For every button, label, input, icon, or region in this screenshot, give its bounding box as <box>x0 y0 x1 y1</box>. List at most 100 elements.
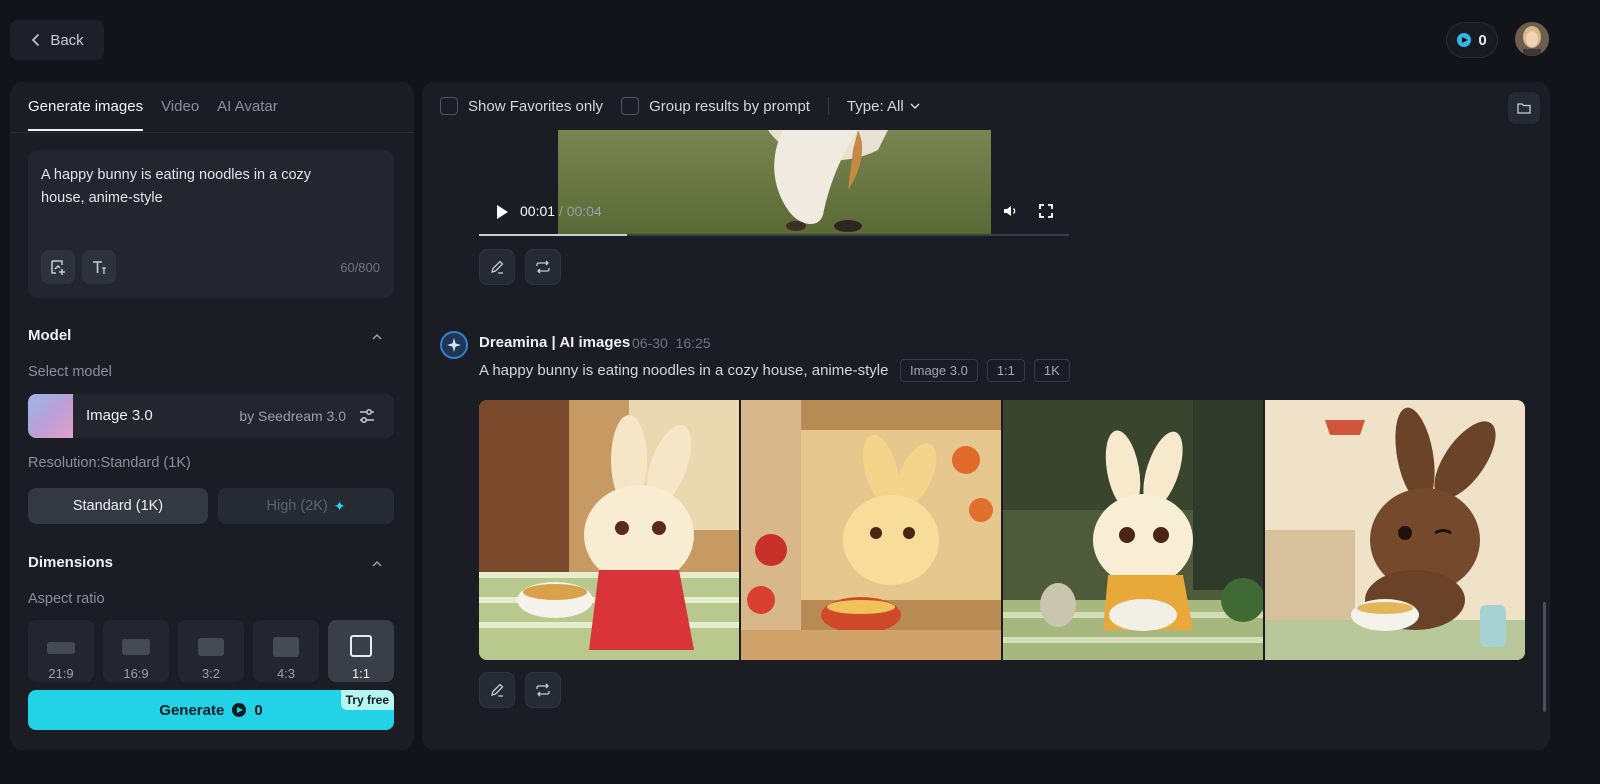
repeat-icon <box>536 683 550 697</box>
results-panel: Show Favorites only Group results by pro… <box>422 82 1550 750</box>
ratio-badge: 1:1 <box>986 359 1025 382</box>
edit-button[interactable] <box>479 672 515 708</box>
result-source: Dreamina | AI images <box>479 334 631 351</box>
pencil-icon <box>491 683 504 697</box>
model-thumbnail <box>28 394 73 438</box>
resolution-standard-button[interactable]: Standard (1K) <box>28 488 208 524</box>
credits-count: 0 <box>1478 31 1487 49</box>
favorites-label: Show Favorites only <box>468 97 604 115</box>
folder-button[interactable] <box>1508 92 1540 124</box>
tab-video[interactable]: Video <box>161 98 199 131</box>
video-progress-bar[interactable] <box>479 234 1069 236</box>
chevron-down-icon <box>910 103 920 110</box>
video-progress-fill <box>479 234 627 236</box>
model-name: Image 3.0 <box>86 407 153 424</box>
model-selector[interactable]: Image 3.0 by Seedream 3.0 <box>28 394 394 438</box>
edit-button[interactable] <box>479 249 515 285</box>
dimensions-section-title: Dimensions <box>28 554 114 571</box>
result-date: 06-30 <box>632 335 668 351</box>
fullscreen-icon[interactable] <box>1037 202 1055 220</box>
back-button[interactable]: Back <box>10 20 104 60</box>
dreamina-logo-icon <box>440 331 468 359</box>
resolution-badge: 1K <box>1033 359 1070 382</box>
resolution-high-label: High (2K) <box>266 498 328 514</box>
credit-icon <box>232 703 247 717</box>
video-player[interactable]: 00:01 / 00:04 <box>479 130 1069 236</box>
ratio-shape <box>198 638 224 656</box>
regenerate-button[interactable] <box>525 672 561 708</box>
filter-divider <box>827 97 829 115</box>
group-checkbox[interactable] <box>621 97 640 115</box>
sliders-icon[interactable] <box>358 407 376 425</box>
resolution-label: Resolution:Standard (1K) <box>28 455 191 471</box>
play-icon[interactable] <box>497 205 508 219</box>
tabs-divider <box>10 132 414 133</box>
bunny-image-3 <box>1003 400 1263 660</box>
avatar[interactable] <box>1515 22 1549 56</box>
video-duration: / 00:04 <box>558 203 602 219</box>
ratio-21-9[interactable]: 21:9 <box>28 620 94 682</box>
generate-panel: Generate images Video AI Avatar A happy … <box>10 82 414 750</box>
ratio-4-3[interactable]: 4:3 <box>253 620 319 682</box>
favorites-filter[interactable]: Show Favorites only <box>440 97 603 115</box>
pencil-icon <box>491 260 504 274</box>
result-image[interactable] <box>1003 400 1263 660</box>
generate-label: Generate <box>159 701 225 719</box>
generate-button[interactable]: Generate 0 Try free <box>28 690 394 730</box>
credit-icon <box>1457 33 1472 47</box>
prompt-text[interactable]: A happy bunny is eating noodles in a coz… <box>41 164 341 210</box>
chevron-left-icon <box>32 34 40 46</box>
avatar-image <box>1515 22 1549 56</box>
ratio-label: 4:3 <box>276 666 296 681</box>
bunny-image-2 <box>741 400 1001 660</box>
mode-tabs: Generate images Video AI Avatar <box>28 98 278 131</box>
resolution-high-button[interactable]: High (2K) ✦ <box>218 488 394 524</box>
result-badges: Image 3.0 1:1 1K <box>900 359 1070 382</box>
ratio-1-1[interactable]: 1:1 <box>328 620 394 682</box>
result-time: 16:25 <box>675 335 711 351</box>
ratio-label: 16:9 <box>123 666 149 681</box>
bunny-image-4 <box>1265 400 1525 660</box>
favorites-checkbox[interactable] <box>440 97 458 115</box>
aspect-ratio-label: Aspect ratio <box>28 591 105 607</box>
ratio-3-2[interactable]: 3:2 <box>178 620 244 682</box>
video-frame <box>558 130 991 234</box>
back-label: Back <box>50 31 84 49</box>
result-image[interactable] <box>741 400 1001 660</box>
ratio-shape <box>273 637 299 657</box>
video-thumbnail <box>558 130 991 234</box>
volume-icon[interactable] <box>1001 202 1019 220</box>
repeat-icon <box>536 260 550 274</box>
bunny-image-1 <box>479 400 739 660</box>
text-style-button[interactable] <box>82 250 116 284</box>
chevron-up-icon[interactable] <box>372 332 382 342</box>
scrollbar[interactable] <box>1543 602 1546 712</box>
group-filter[interactable]: Group results by prompt <box>621 97 810 115</box>
aspect-ratio-options: 21:9 16:9 3:2 4:3 1:1 <box>28 620 394 682</box>
prompt-input[interactable]: A happy bunny is eating noodles in a coz… <box>28 150 394 298</box>
ratio-label: 3:2 <box>201 666 221 681</box>
credits-badge[interactable]: 0 <box>1446 22 1498 58</box>
filter-bar: Show Favorites only Group results by pro… <box>440 97 920 115</box>
group-label: Group results by prompt <box>649 97 810 115</box>
result-image[interactable] <box>479 400 739 660</box>
ratio-16-9[interactable]: 16:9 <box>103 620 169 682</box>
select-model-label: Select model <box>28 364 112 380</box>
tab-ai-avatar[interactable]: AI Avatar <box>217 98 278 131</box>
tab-generate-images[interactable]: Generate images <box>28 98 144 131</box>
ratio-shape <box>350 635 372 657</box>
result-timestamp: 06-30 16:25 <box>632 335 711 351</box>
model-provider: by Seedream 3.0 <box>239 408 346 424</box>
result-prompt[interactable]: A happy bunny is eating noodles in a coz… <box>479 362 888 379</box>
chevron-up-icon[interactable] <box>372 559 382 569</box>
ratio-label: 1:1 <box>351 666 371 681</box>
regenerate-button[interactable] <box>525 249 561 285</box>
char-count: 60/800 <box>340 260 380 275</box>
image-reference-button[interactable] <box>41 250 75 284</box>
ratio-shape <box>122 639 150 655</box>
type-dropdown[interactable]: Type: All <box>847 98 920 115</box>
ratio-label: 21:9 <box>48 666 74 681</box>
video-current-time: 00:01 <box>520 203 556 219</box>
result-image[interactable] <box>1265 400 1525 660</box>
image-add-icon <box>50 259 65 275</box>
